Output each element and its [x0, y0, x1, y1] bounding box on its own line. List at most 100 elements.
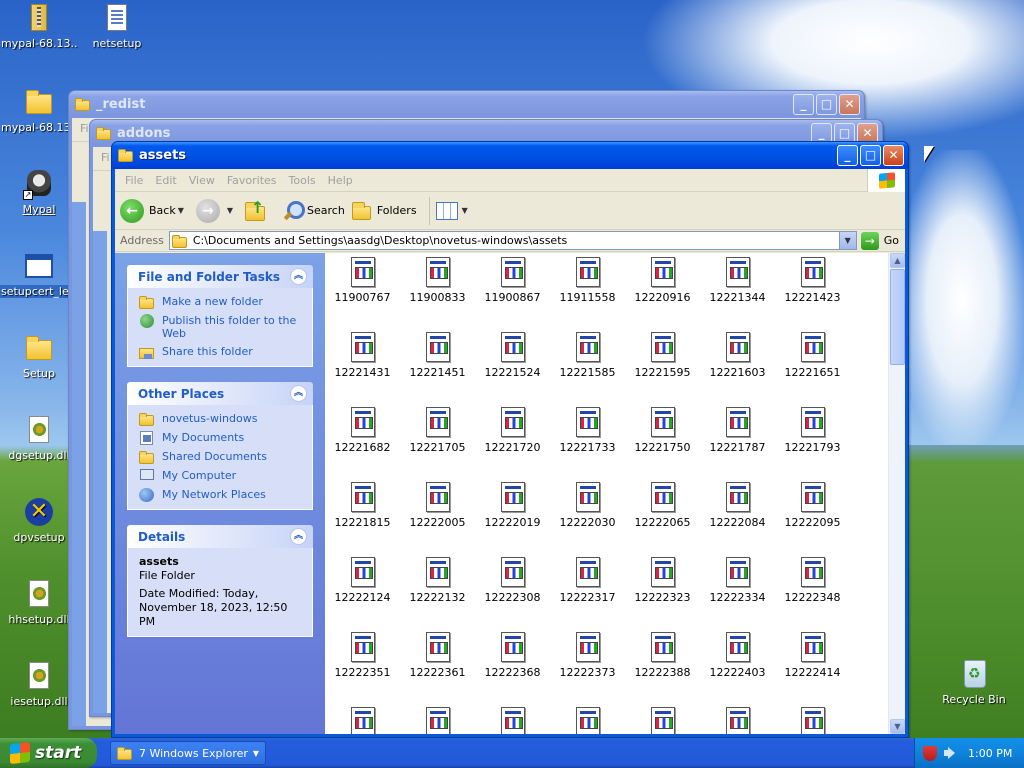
file-item[interactable]: 12222348: [775, 556, 850, 631]
back-dropdown-icon[interactable]: ▼: [178, 206, 184, 215]
file-item[interactable]: [400, 706, 475, 734]
file-item[interactable]: 12221793: [775, 406, 850, 481]
file-item[interactable]: 12221451: [400, 331, 475, 406]
file-item[interactable]: 12222030: [550, 481, 625, 556]
file-item[interactable]: 12222005: [400, 481, 475, 556]
file-item[interactable]: 12221524: [475, 331, 550, 406]
file-folder-tasks-header[interactable]: File and Folder Tasks ︽: [127, 265, 313, 288]
file-item[interactable]: 12221603: [700, 331, 775, 406]
minimize-button[interactable]: _: [837, 145, 858, 166]
file-item[interactable]: 12221705: [400, 406, 475, 481]
window-redist-titlebar[interactable]: _redist _ □ ✕: [69, 91, 864, 118]
task-publish-folder[interactable]: Publish this folder to the Web: [139, 314, 304, 340]
clock[interactable]: 1:00 PM: [968, 747, 1012, 760]
volume-icon[interactable]: [944, 747, 956, 759]
file-item[interactable]: 11911558: [550, 256, 625, 331]
forward-dropdown-icon[interactable]: ▼: [227, 206, 233, 215]
up-button[interactable]: [245, 198, 275, 222]
file-item[interactable]: 12220916: [625, 256, 700, 331]
file-item[interactable]: 12221344: [700, 256, 775, 331]
file-item[interactable]: 12222414: [775, 631, 850, 706]
place-novetus-windows[interactable]: novetus-windows: [139, 412, 304, 426]
file-item[interactable]: 12222323: [625, 556, 700, 631]
desktop-icon-netsetup[interactable]: netsetup: [78, 2, 156, 53]
views-dropdown-icon[interactable]: ▼: [462, 206, 468, 215]
views-button[interactable]: ▼: [435, 201, 474, 220]
taskbar-group-windows-explorer[interactable]: 7 Windows Explorer ▼: [110, 741, 266, 765]
scrollbar-thumb[interactable]: [890, 269, 905, 365]
file-item[interactable]: 12222403: [700, 631, 775, 706]
file-item[interactable]: 12221733: [550, 406, 625, 481]
file-item[interactable]: 12222317: [550, 556, 625, 631]
window-assets[interactable]: assets _ □ ✕ File Edit View Favorites To…: [111, 141, 909, 738]
file-item[interactable]: 12221682: [325, 406, 400, 481]
desktop-icon-dgsetup[interactable]: dgsetup.dll: [0, 414, 78, 465]
file-item[interactable]: 12222368: [475, 631, 550, 706]
close-button[interactable]: ✕: [883, 145, 904, 166]
file-item[interactable]: [625, 706, 700, 734]
desktop-icon-hhsetup[interactable]: hhsetup.dll: [0, 578, 78, 629]
file-item[interactable]: [475, 706, 550, 734]
desktop-icon-mypal-folder[interactable]: mypal-68.13...: [0, 86, 78, 137]
menu-help[interactable]: Help: [322, 174, 359, 187]
file-item[interactable]: 12221595: [625, 331, 700, 406]
address-dropdown-icon[interactable]: ▼: [838, 232, 856, 249]
file-item[interactable]: [550, 706, 625, 734]
scroll-up-button[interactable]: ▲: [890, 253, 905, 268]
menu-view[interactable]: View: [183, 174, 221, 187]
menu-favorites[interactable]: Favorites: [221, 174, 283, 187]
maximize-button[interactable]: □: [860, 145, 881, 166]
close-button[interactable]: ✕: [839, 94, 860, 115]
collapse-chevron-icon[interactable]: ︽: [290, 385, 307, 402]
maximize-button[interactable]: □: [816, 94, 837, 115]
desktop-icon-mypal-zip[interactable]: mypal-68.13...: [0, 2, 78, 53]
file-item[interactable]: 11900867: [475, 256, 550, 331]
place-my-network-places[interactable]: My Network Places: [139, 488, 304, 502]
forward-button[interactable]: → ▼: [195, 198, 239, 223]
desktop-icon-iesetup[interactable]: iesetup.dll: [0, 660, 78, 711]
menu-edit[interactable]: Edit: [149, 174, 182, 187]
menu-tools[interactable]: Tools: [283, 174, 322, 187]
details-header[interactable]: Details ︽: [127, 525, 313, 548]
file-item[interactable]: 12222334: [700, 556, 775, 631]
desktop-icon-dpvsetup[interactable]: ✕ dpvsetup: [0, 496, 78, 547]
place-my-computer[interactable]: My Computer: [139, 469, 304, 483]
file-item[interactable]: 12221585: [550, 331, 625, 406]
file-item[interactable]: [325, 706, 400, 734]
file-item[interactable]: 12221750: [625, 406, 700, 481]
file-item[interactable]: 12222084: [700, 481, 775, 556]
task-make-new-folder[interactable]: Make a new folder: [139, 295, 304, 309]
file-item[interactable]: 12221423: [775, 256, 850, 331]
place-shared-documents[interactable]: Shared Documents: [139, 450, 304, 464]
collapse-chevron-icon[interactable]: ︽: [290, 268, 307, 285]
start-button[interactable]: start: [0, 738, 97, 768]
vertical-scrollbar[interactable]: ▲ ▼: [888, 253, 905, 734]
task-share-folder[interactable]: Share this folder: [139, 345, 304, 359]
file-item[interactable]: 12222351: [325, 631, 400, 706]
folders-button[interactable]: Folders: [351, 200, 417, 222]
file-item[interactable]: 12221431: [325, 331, 400, 406]
menu-file[interactable]: File: [119, 174, 149, 187]
file-item[interactable]: 12221720: [475, 406, 550, 481]
desktop-icon-mypal[interactable]: ↗ Mypal: [0, 168, 78, 219]
file-item[interactable]: 12222065: [625, 481, 700, 556]
security-shield-icon[interactable]: [923, 745, 937, 761]
file-item[interactable]: 12222132: [400, 556, 475, 631]
file-list[interactable]: 11900767 11900833 11900867 11911558 12220916…: [325, 253, 905, 734]
file-item[interactable]: 12222308: [475, 556, 550, 631]
go-button[interactable]: → Go: [860, 231, 899, 250]
minimize-button[interactable]: _: [793, 94, 814, 115]
file-item[interactable]: [775, 706, 850, 734]
scroll-down-button[interactable]: ▼: [890, 719, 905, 734]
file-item[interactable]: [700, 706, 775, 734]
window-assets-titlebar[interactable]: assets _ □ ✕: [112, 142, 908, 169]
file-item[interactable]: 11900767: [325, 256, 400, 331]
file-item[interactable]: 12222388: [625, 631, 700, 706]
collapse-chevron-icon[interactable]: ︽: [290, 528, 307, 545]
file-item[interactable]: 12221787: [700, 406, 775, 481]
desktop-icon-setupcert[interactable]: setupcert_le...: [0, 250, 78, 301]
file-item[interactable]: 12222095: [775, 481, 850, 556]
desktop-icon-recycle-bin[interactable]: Recycle Bin: [935, 658, 1013, 709]
back-button[interactable]: ← Back ▼: [120, 198, 190, 223]
desktop-icon-setup[interactable]: Setup: [0, 332, 78, 383]
